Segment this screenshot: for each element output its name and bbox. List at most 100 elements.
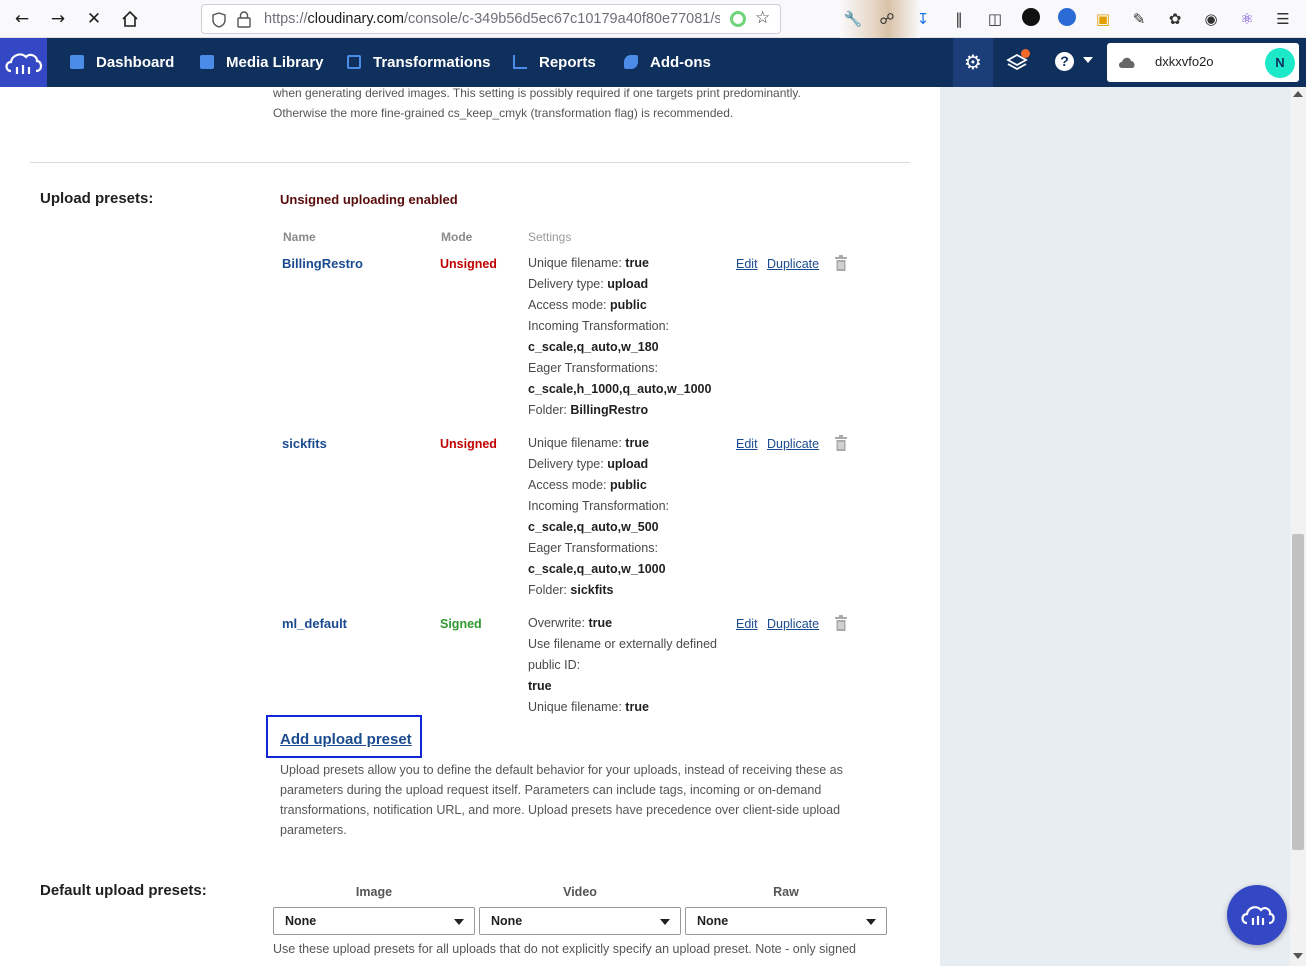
edit-link[interactable]: Edit	[736, 257, 758, 271]
library-icon[interactable]: ‖	[948, 8, 970, 30]
duplicate-link[interactable]: Duplicate	[767, 257, 819, 271]
home-icon[interactable]	[118, 7, 142, 31]
sidebar-icon[interactable]: ◫	[984, 8, 1006, 30]
settings-gear-button[interactable]: ⚙	[953, 38, 993, 87]
app-navbar: Dashboard Media Library Transformations …	[0, 38, 1306, 87]
setting-line: Use filename or externally defined	[528, 637, 717, 651]
url-bar[interactable]: https://cloudinary.com/console/c-349b56d…	[201, 4, 781, 34]
preset-mode: Signed	[440, 617, 482, 631]
right-panel	[940, 87, 1290, 966]
scroll-down-icon[interactable]	[1293, 953, 1303, 959]
setting-line: Folder: BillingRestro	[528, 403, 649, 417]
back-icon[interactable]: ←	[10, 7, 34, 31]
dropdown-arrow-icon	[454, 919, 464, 925]
preset-settings: Overwrite: true Use filename or external…	[528, 613, 723, 718]
cloud-name: dxkxvfo2o	[1155, 54, 1214, 69]
setting-line: Unique filename: true	[528, 700, 649, 714]
url-text: https://cloudinary.com/console/c-349b56d…	[264, 11, 720, 27]
edit-link[interactable]: Edit	[736, 437, 758, 451]
settings-content: when generating derived images. This set…	[0, 86, 940, 966]
trash-icon[interactable]	[834, 255, 848, 271]
reports-icon	[513, 55, 527, 69]
extension-badge-icon[interactable]	[730, 11, 746, 27]
cmyk-description-line2: Otherwise the more fine-grained cs_keep_…	[273, 106, 734, 120]
transformations-icon	[347, 55, 361, 69]
help-button[interactable]: ?	[1055, 52, 1094, 71]
preset-name[interactable]: BillingRestro	[282, 256, 363, 271]
section-divider	[30, 162, 910, 163]
setting-line: Incoming Transformation:	[528, 319, 670, 333]
preset-settings: Unique filename: true Delivery type: upl…	[528, 433, 723, 601]
setting-line: Folder: sickfits	[528, 583, 614, 597]
setting-line: c_scale,q_auto,w_180	[528, 340, 659, 354]
support-chat-button[interactable]	[1227, 885, 1287, 945]
avatar[interactable]: N	[1265, 48, 1295, 78]
setting-line: c_scale,h_1000,q_auto,w_1000	[528, 382, 712, 396]
notifications-button[interactable]	[1006, 49, 1030, 73]
account-switcher[interactable]: dxkxvfo2o N	[1107, 43, 1299, 82]
trash-icon[interactable]	[834, 615, 848, 631]
extension-gnome-icon[interactable]: ✿	[1164, 8, 1186, 30]
default-video-select[interactable]: None	[479, 907, 681, 935]
extension-twd-icon[interactable]	[1020, 8, 1042, 30]
nav-addons[interactable]: Add-ons	[624, 38, 711, 87]
menu-icon[interactable]: ☰	[1272, 8, 1294, 30]
nav-reports[interactable]: Reports	[513, 38, 596, 87]
scroll-up-icon[interactable]	[1293, 91, 1303, 97]
browser-toolbar: ← → ✕ https://cloudinary.com/console/c-3…	[0, 0, 1306, 38]
setting-line: Eager Transformations:	[528, 541, 658, 555]
preset-name[interactable]: sickfits	[282, 436, 327, 451]
add-upload-preset-link[interactable]: Add upload preset	[280, 731, 412, 748]
media-library-icon	[200, 55, 214, 69]
dropdown-arrow-icon	[866, 919, 876, 925]
unsigned-status: Unsigned uploading enabled	[280, 192, 458, 207]
nav-transformations[interactable]: Transformations	[347, 38, 491, 87]
chevron-down-icon	[1083, 57, 1094, 63]
upload-presets-description: Upload presets allow you to define the d…	[280, 763, 843, 837]
scrollbar-thumb[interactable]	[1292, 534, 1304, 850]
forward-icon[interactable]: →	[46, 7, 70, 31]
cloud-logo-icon	[5, 53, 43, 74]
setting-line: c_scale,q_auto,w_1000	[528, 562, 666, 576]
setting-line: Access mode: public	[528, 478, 647, 492]
addons-icon	[624, 55, 638, 69]
nav-dashboard[interactable]: Dashboard	[70, 38, 174, 87]
extension-react-icon[interactable]: ⚛	[1236, 8, 1258, 30]
stop-loading-icon[interactable]: ✕	[82, 7, 106, 31]
pocket-icon[interactable]: ☍	[876, 8, 898, 30]
preset-mode: Unsigned	[440, 437, 497, 451]
gear-icon: ⚙	[964, 50, 982, 74]
default-raw-select[interactable]: None	[685, 907, 887, 935]
edit-link[interactable]: Edit	[736, 617, 758, 631]
setting-line: Unique filename: true	[528, 436, 649, 450]
extension-notes-icon[interactable]: ✎	[1128, 8, 1150, 30]
lock-icon[interactable]	[237, 11, 251, 28]
column-header-mode: Mode	[441, 230, 473, 244]
preset-name[interactable]: ml_default	[282, 616, 347, 631]
preset-settings: Unique filename: true Delivery type: upl…	[528, 253, 723, 421]
duplicate-link[interactable]: Duplicate	[767, 437, 819, 451]
download-icon[interactable]: ↧	[912, 8, 934, 30]
default-image-select[interactable]: None	[273, 907, 475, 935]
cloud-upload-icon	[1241, 906, 1275, 925]
setting-line: Eager Transformations:	[528, 361, 658, 375]
setting-line: Unique filename: true	[528, 256, 649, 270]
extension-screen-icon[interactable]: ▣	[1092, 8, 1114, 30]
setting-line: Incoming Transformation:	[528, 499, 670, 513]
extension-globe-icon[interactable]	[1056, 8, 1078, 30]
cloudinary-logo[interactable]	[0, 38, 47, 87]
bookmark-star-icon[interactable]: ☆	[755, 8, 770, 28]
dropdown-arrow-icon	[660, 919, 670, 925]
setting-line: c_scale,q_auto,w_500	[528, 520, 659, 534]
help-icon: ?	[1055, 52, 1074, 71]
nav-media-library[interactable]: Media Library	[200, 38, 324, 87]
extension-cookie-icon[interactable]: ◉	[1200, 8, 1222, 30]
preset-mode: Unsigned	[440, 257, 497, 271]
shield-icon[interactable]	[212, 12, 226, 28]
setting-line: public ID:	[528, 658, 581, 672]
notification-dot	[1021, 49, 1030, 58]
trash-icon[interactable]	[834, 435, 848, 451]
duplicate-link[interactable]: Duplicate	[767, 617, 819, 631]
wrench-icon[interactable]: 🔧	[842, 8, 864, 30]
default-video-header: Video	[563, 885, 597, 899]
